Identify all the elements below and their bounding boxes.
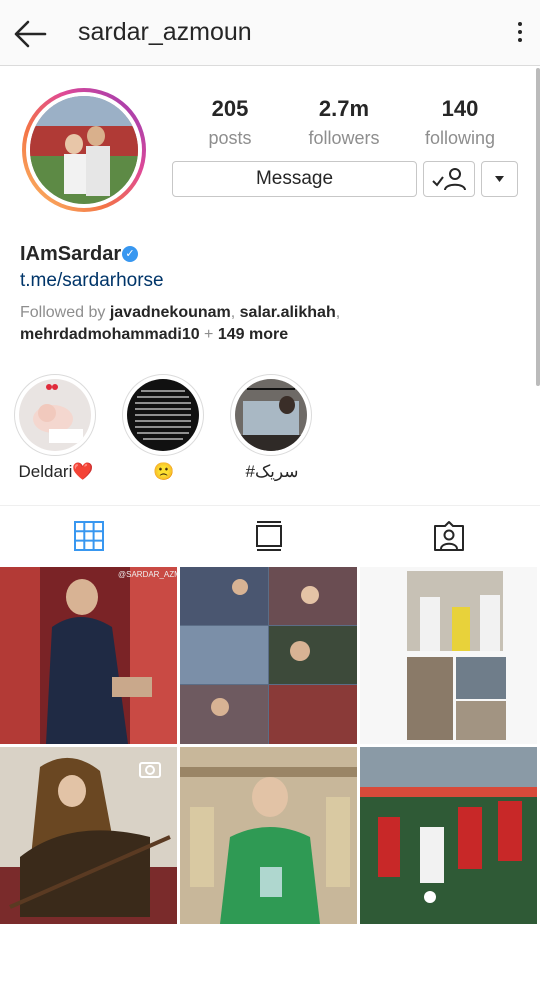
highlight-cover xyxy=(19,379,91,451)
followed-user[interactable]: mehrdadmohammadi10 xyxy=(20,326,200,343)
more-options-icon[interactable] xyxy=(516,22,524,46)
grid-icon[interactable] xyxy=(73,520,105,552)
profile-tabs xyxy=(0,505,540,565)
post-thumbnail[interactable] xyxy=(360,567,537,744)
following-status-button[interactable] xyxy=(423,161,475,197)
followers-count[interactable]: 2.7m followers xyxy=(289,96,399,149)
story-highlight[interactable]: 🙁 xyxy=(122,374,208,481)
post-thumbnail[interactable] xyxy=(180,567,357,744)
posts-value: 205 xyxy=(211,96,249,121)
igtv-icon[interactable] xyxy=(253,520,285,552)
highlight-cover xyxy=(127,379,199,451)
posts-label: posts xyxy=(208,128,252,148)
user-check-icon xyxy=(432,168,466,191)
post-thumbnail[interactable]: @SARDAR_AZMOUN xyxy=(0,567,177,744)
top-bar: sardar_azmoun xyxy=(0,0,540,66)
profile-username: sardar_azmoun xyxy=(78,18,252,46)
followers-label: followers xyxy=(308,128,380,148)
profile-display-name: IAmSardar xyxy=(20,243,122,265)
followed-more[interactable]: 149 more xyxy=(218,326,288,343)
verified-badge-icon: ✓ xyxy=(122,246,138,262)
followed-user[interactable]: salar.alikhah xyxy=(240,304,336,321)
following-value: 140 xyxy=(441,96,479,121)
message-button[interactable]: Message xyxy=(172,161,417,197)
avatar-photo xyxy=(30,96,138,204)
highlight-cover xyxy=(235,379,307,451)
followed-by-prefix: Followed by xyxy=(20,304,106,321)
followed-by-text[interactable]: Followed by javadnekounam, salar.alikhah… xyxy=(20,302,520,346)
svg-text:@SARDAR_AZMOUN: @SARDAR_AZMOUN xyxy=(118,570,177,579)
following-label: following xyxy=(424,128,496,148)
highlight-label: 🙁 xyxy=(153,462,175,481)
following-count[interactable]: 140 following xyxy=(405,96,515,149)
followers-value: 2.7m xyxy=(318,96,370,121)
scrollbar[interactable] xyxy=(536,68,540,386)
post-thumbnail[interactable] xyxy=(360,747,537,924)
story-highlight[interactable]: #سریک xyxy=(230,374,316,481)
posts-count[interactable]: 205 posts xyxy=(175,96,285,149)
suggested-dropdown-button[interactable] xyxy=(481,161,518,197)
tagged-icon[interactable] xyxy=(433,520,465,552)
avatar[interactable] xyxy=(22,88,146,212)
highlight-label: Deldari❤️ xyxy=(18,462,94,481)
highlight-label: #سریک xyxy=(245,462,299,481)
bio-link[interactable]: t.me/sardarhorse xyxy=(20,270,164,292)
post-thumbnail[interactable] xyxy=(0,747,177,924)
story-highlight[interactable]: Deldari❤️ xyxy=(14,374,100,481)
back-arrow-icon[interactable] xyxy=(12,18,48,50)
caret-down-icon xyxy=(495,176,504,182)
followed-user[interactable]: javadnekounam xyxy=(110,304,231,321)
post-thumbnail[interactable] xyxy=(180,747,357,924)
